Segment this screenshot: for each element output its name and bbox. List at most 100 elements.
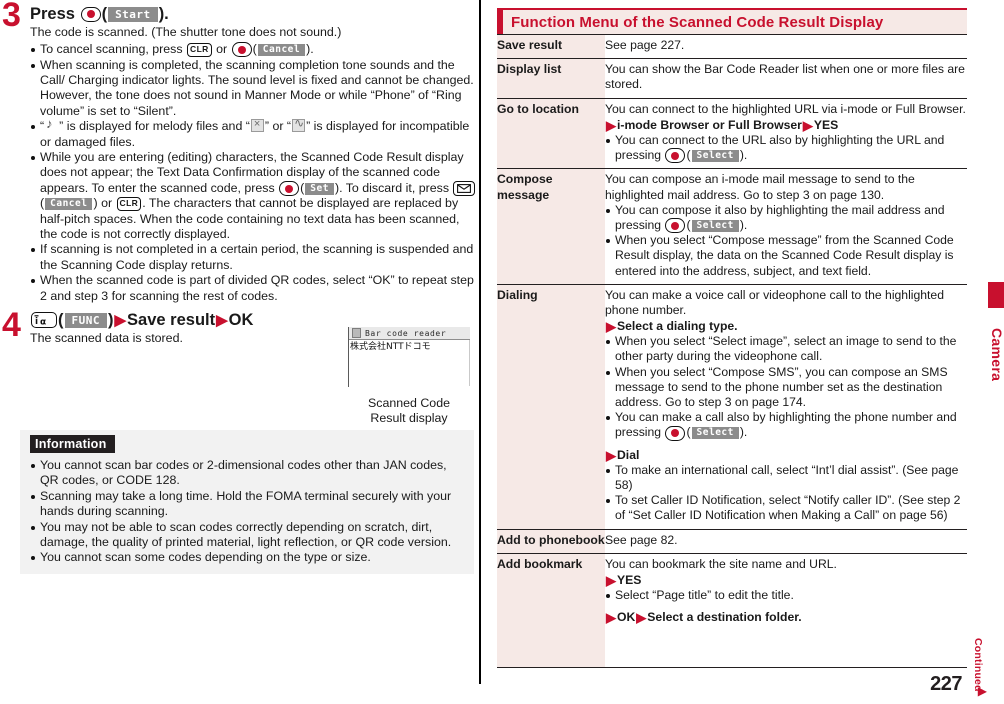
row-lead: You can bookmark the site name and URL. [605, 556, 837, 571]
table-row: Add to phonebook See page 82. [497, 529, 967, 554]
continued-arrow-icon: ▶ [977, 684, 987, 698]
step-3-heading: Press ( Start ). [30, 4, 478, 24]
step-3-heading-tail: ). [158, 5, 169, 23]
row-value-go-to-location: You can connect to the highlighted URL v… [605, 98, 967, 170]
center-key-icon [665, 218, 686, 234]
row-key-display-list: Display list [497, 58, 605, 99]
paren-open: ( [686, 217, 691, 232]
substep-text-2: YES [813, 117, 839, 132]
arrow-right-icon: ▶ [636, 610, 647, 626]
row-value-display-list: You can show the Bar Code Reader list wh… [605, 58, 967, 99]
note-melody-icons: “ ” is displayed for melody files and “ ” … [30, 116, 478, 150]
row-bullets: You can compose it also by highlighting … [605, 203, 967, 279]
paren-close: ). [739, 148, 748, 163]
melody-icon [45, 116, 58, 132]
row-substep: ▶i-mode Browser or Full Browser▶YES [605, 117, 967, 133]
list-item: You can connect to the URL also by highl… [605, 133, 967, 164]
arrow-right-icon: ▶ [606, 118, 616, 134]
melody-text-2: ” or “ [264, 119, 292, 134]
figure-caption: Scanned Code Result display [348, 396, 470, 426]
step-3-verb: Press [30, 5, 75, 23]
row-lead: See page 82. [605, 532, 678, 547]
editing-paren-open: ( [300, 180, 305, 195]
row-value-dialing: You can make a voice call or videophone … [605, 284, 967, 530]
figure-caption-line-1: Scanned Code [368, 396, 450, 410]
row-substep-ok: ▶OK▶Select a destination folder. [605, 609, 967, 625]
row-value-save-result: See page 227. [605, 33, 967, 60]
list-item: When you select “Compose SMS”, you can c… [605, 365, 967, 411]
arrow-right-icon: ▶ [114, 311, 127, 329]
note-divided-qr: When the scanned code is part of divided… [30, 273, 478, 304]
list-item: You can make a call also by highlighting… [605, 410, 967, 441]
note-cancel-paren-close: ). [306, 42, 314, 57]
right-column: Function Menu of the Scanned Code Result… [497, 8, 967, 669]
row-key-add-bookmark: Add bookmark [497, 553, 605, 669]
note-cancel-or: or [216, 42, 228, 57]
row-bullets: You can connect to the URL also by highl… [605, 133, 967, 164]
page-number: 227 [930, 673, 962, 695]
paren-close: ). [739, 217, 748, 232]
step-4-paren-open: ( [58, 311, 64, 330]
softkey-cancel: Cancel [257, 43, 306, 56]
step-4-item-2: OK [228, 311, 254, 330]
substep-text-1: i-mode Browser or Full Browser [617, 117, 802, 132]
list-item: Select “Page title” to edit the title. [605, 588, 967, 603]
row-lead: You can make a voice call or videophone … [605, 287, 944, 317]
center-key-icon [231, 42, 252, 58]
softkey-func: FUNC [64, 312, 107, 328]
softkey-select: Select [691, 219, 739, 232]
softkey-select: Select [691, 149, 739, 162]
step-4-paren-close: ) [108, 311, 114, 330]
softkey-start: Start [108, 6, 158, 22]
editing-paren-open-2: ( [40, 196, 45, 211]
phone-screenshot: Bar code reader 株式会社NTTドコモ [348, 327, 470, 387]
row-bullets: When you select “Select image”, select a… [605, 334, 967, 441]
list-item: You cannot scan some codes depending on … [30, 550, 464, 565]
paren-open: ( [686, 425, 691, 440]
list-item: When you select “Compose message” from t… [605, 233, 967, 279]
arrow-right-icon: ▶ [802, 118, 813, 134]
row-key-go-to-location: Go to location [497, 98, 605, 170]
step-3: 3 Press ( Start ). The code is scanned. … [0, 0, 478, 304]
table-row: Compose message You can compose an i-mod… [497, 168, 967, 285]
row-lead: You can compose an i-mode mail message t… [605, 172, 915, 202]
svg-text:α: α [40, 317, 46, 326]
substep-text-1: YES [617, 572, 642, 587]
row-key-compose-message: Compose message [497, 168, 605, 285]
page-title: Function Menu of the Scanned Code Result… [511, 13, 884, 31]
center-key-icon [665, 148, 686, 164]
substep-text-1: Select a dialing type. [617, 319, 738, 334]
note-cancel-text-1: To cancel scanning, press [40, 42, 183, 57]
arrow-right-icon: ▶ [606, 319, 616, 335]
table-row: Go to location You can connect to the hi… [497, 98, 967, 170]
table-row: Add bookmark You can bookmark the site n… [497, 553, 967, 669]
row-key-add-to-phonebook: Add to phonebook [497, 529, 605, 554]
row-lead: See page 227. [605, 38, 685, 52]
table-row: Save result See page 227. [497, 33, 967, 60]
row-substep: ▶YES [605, 572, 967, 588]
paren-open: ( [686, 148, 691, 163]
softkey-set: Set [305, 182, 334, 195]
row-key-dialing: Dialing [497, 284, 605, 530]
center-key-icon [80, 6, 101, 22]
arrow-right-icon: ▶ [606, 447, 616, 463]
list-item: Scanning may take a long time. Hold the … [30, 489, 464, 520]
row-lead: You can show the Bar Code Reader list wh… [605, 62, 965, 92]
substep-text-folder: Select a destination folder. [647, 610, 802, 625]
information-list: You cannot scan bar codes or 2-dimension… [30, 458, 464, 566]
row-lead: You can connect to the highlighted URL v… [605, 101, 966, 116]
note-cancel-paren-open: ( [252, 42, 257, 57]
table-row: Display list You can show the Bar Code R… [497, 58, 967, 99]
information-box: Information You cannot scan bar codes or… [20, 430, 474, 574]
row-value-compose-message: You can compose an i-mode mail message t… [605, 168, 967, 285]
step-3-description: The code is scanned. (The shutter tone d… [30, 25, 342, 39]
section-header: Function Menu of the Scanned Code Result… [497, 8, 967, 34]
row-substep-dial: ▶Dial [605, 447, 967, 463]
sidebar-item-camera[interactable]: Camera [987, 300, 1004, 410]
bullet-text: You can compose it also by highlighting … [615, 202, 945, 232]
editing-paren-close: ) [93, 196, 98, 211]
table-row: Dialing You can make a voice call or vid… [497, 284, 967, 530]
i-alpha-key-icon: iα [31, 312, 57, 329]
row-substep: ▶Select a dialing type. [605, 318, 967, 334]
open-paren: ( [101, 5, 108, 23]
